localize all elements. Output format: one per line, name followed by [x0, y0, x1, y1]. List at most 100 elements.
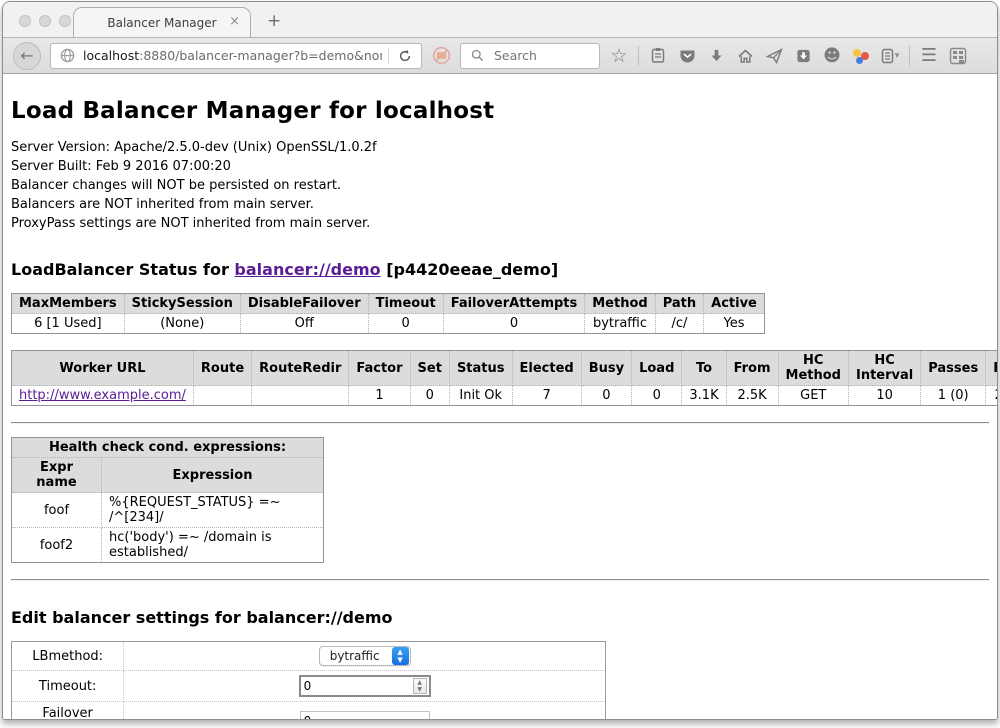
- url-domain: localhost: [83, 48, 139, 63]
- lbmethod-select[interactable]: bytraffic ▲▼: [319, 646, 411, 666]
- failover-attempts-label: Failover Attempts:: [12, 702, 124, 721]
- tab-close-icon[interactable]: ×: [229, 14, 240, 30]
- column-header: FailoverAttempts: [443, 294, 585, 314]
- send-plane-icon[interactable]: [764, 45, 784, 67]
- cell-stickysession: (None): [124, 314, 240, 334]
- column-header: Timeout: [368, 294, 443, 314]
- page-content: Load Balancer Manager for localhost Serv…: [3, 74, 997, 720]
- timeout-input-wrap: ▲▼: [299, 675, 431, 697]
- minimize-window-button[interactable]: [39, 15, 51, 27]
- column-header: Worker URL: [12, 351, 194, 386]
- table-row: 6 [1 Used] (None) Off 0 0 bytraffic /c/ …: [12, 314, 765, 334]
- failover-attempts-field: [124, 702, 606, 721]
- browser-window: Balancer Manager × + ← localhost:8880/ba…: [2, 1, 998, 720]
- url-bar[interactable]: localhost:8880/balancer-manager?b=demo&n…: [50, 43, 422, 69]
- table-header-row: Expr name Expression: [12, 458, 324, 493]
- search-bar[interactable]: [460, 43, 600, 69]
- table-header-row: Worker URL Route RouteRedir Factor Set S…: [12, 351, 998, 386]
- feedback-smiley-icon[interactable]: ☻: [822, 45, 842, 67]
- health-check-table: Health check cond. expressions: Expr nam…: [11, 437, 324, 563]
- back-button[interactable]: ←: [13, 42, 41, 70]
- cell-fails: 2 (0): [986, 386, 997, 406]
- navigation-toolbar: ← localhost:8880/balancer-manager?b=demo…: [3, 38, 997, 74]
- cell-path: /c/: [655, 314, 703, 334]
- table-header-row: MaxMembers StickySession DisableFailover…: [12, 294, 765, 314]
- column-header: Set: [410, 351, 449, 386]
- cell-worker-url: http://www.example.com/: [12, 386, 194, 406]
- lbmethod-selected-value: bytraffic: [330, 649, 392, 663]
- lbmethod-field: bytraffic ▲▼: [124, 642, 606, 671]
- column-header: Expression: [102, 458, 324, 493]
- tile-grid-icon[interactable]: [948, 45, 968, 67]
- cell-route: [193, 386, 251, 406]
- menu-hamburger-icon[interactable]: ☰: [919, 45, 939, 67]
- form-row-lbmethod: LBmethod: bytraffic ▲▼: [12, 642, 606, 671]
- clipboard-icon[interactable]: [648, 45, 668, 67]
- column-header: DisableFailover: [240, 294, 368, 314]
- notes-extension-icon[interactable]: ▾: [880, 45, 900, 67]
- number-stepper-icon[interactable]: ▲▼: [413, 678, 427, 694]
- cell-hc-method: GET: [778, 386, 848, 406]
- server-info: Server Version: Apache/2.5.0-dev (Unix) …: [11, 138, 989, 233]
- new-tab-button[interactable]: +: [267, 11, 281, 31]
- column-header: Passes: [921, 351, 986, 386]
- balancer-status-table: MaxMembers StickySession DisableFailover…: [11, 293, 765, 334]
- column-header: HC Method: [778, 351, 848, 386]
- home-icon[interactable]: [735, 45, 755, 67]
- cell-active: Yes: [704, 314, 765, 334]
- timeout-label: Timeout:: [12, 671, 124, 702]
- failover-attempts-input[interactable]: [300, 711, 430, 720]
- cell-expression: hc('body') =~ /domain is established/: [102, 528, 324, 563]
- cell-hc-interval: 10: [848, 386, 920, 406]
- cell-expr-name: foof: [12, 493, 102, 528]
- cell-expression: %{REQUEST_STATUS} =~ /^[234]/: [102, 493, 324, 528]
- reload-icon[interactable]: [395, 45, 415, 67]
- colored-dots-extension-icon[interactable]: [851, 45, 871, 67]
- persist-warning-line: Balancer changes will NOT be persisted o…: [11, 176, 989, 195]
- save-page-icon[interactable]: [793, 45, 813, 67]
- column-header: Busy: [581, 351, 631, 386]
- block-icon[interactable]: [431, 45, 451, 67]
- status-heading-suffix: [p4420eeae_demo]: [381, 260, 559, 279]
- column-header: StickySession: [124, 294, 240, 314]
- cell-busy: 0: [581, 386, 631, 406]
- toolbar-divider: [909, 46, 910, 66]
- column-header: Elected: [512, 351, 581, 386]
- loadbalancer-status-heading: LoadBalancer Status for balancer://demo …: [11, 260, 989, 279]
- column-header: Path: [655, 294, 703, 314]
- download-icon[interactable]: [706, 45, 726, 67]
- worker-url-link[interactable]: http://www.example.com/: [19, 388, 186, 403]
- horizontal-rule: [11, 422, 989, 424]
- dropdown-caret-icon: ▾: [895, 51, 900, 61]
- timeout-input[interactable]: [301, 679, 413, 693]
- column-header: Expr name: [12, 458, 102, 493]
- column-header: Route: [193, 351, 251, 386]
- url-text[interactable]: localhost:8880/balancer-manager?b=demo&n…: [83, 48, 382, 63]
- server-version-line: Server Version: Apache/2.5.0-dev (Unix) …: [11, 138, 989, 157]
- pocket-icon[interactable]: [677, 45, 697, 67]
- table-title-row: Health check cond. expressions:: [12, 438, 324, 458]
- column-header: Status: [449, 351, 512, 386]
- tab-balancer-manager[interactable]: Balancer Manager ×: [73, 7, 251, 37]
- colored-dots: [853, 48, 869, 64]
- cell-set: 0: [410, 386, 449, 406]
- proxypass-warning-line: ProxyPass settings are NOT inherited fro…: [11, 214, 989, 233]
- health-row: foof2 hc('body') =~ /domain is establish…: [12, 528, 324, 563]
- column-header: HC Interval: [848, 351, 920, 386]
- column-header: RouteRedir: [252, 351, 349, 386]
- form-row-timeout: Timeout: ▲▼: [12, 671, 606, 702]
- bookmark-star-icon[interactable]: ☆: [609, 45, 629, 67]
- column-header: Load: [632, 351, 682, 386]
- cell-failoverattempts: 0: [443, 314, 585, 334]
- toolbar-divider: [638, 46, 639, 66]
- zoom-window-button[interactable]: [59, 15, 71, 27]
- close-window-button[interactable]: [19, 15, 31, 27]
- balancer-demo-link[interactable]: balancer://demo: [234, 260, 380, 279]
- select-stepper-icon: ▲▼: [392, 647, 409, 665]
- search-input[interactable]: [492, 47, 592, 64]
- status-heading-prefix: LoadBalancer Status for: [11, 260, 234, 279]
- column-header: MaxMembers: [12, 294, 125, 314]
- globe-icon: [57, 45, 77, 67]
- health-table-title: Health check cond. expressions:: [12, 438, 324, 458]
- cell-passes: 1 (0): [921, 386, 986, 406]
